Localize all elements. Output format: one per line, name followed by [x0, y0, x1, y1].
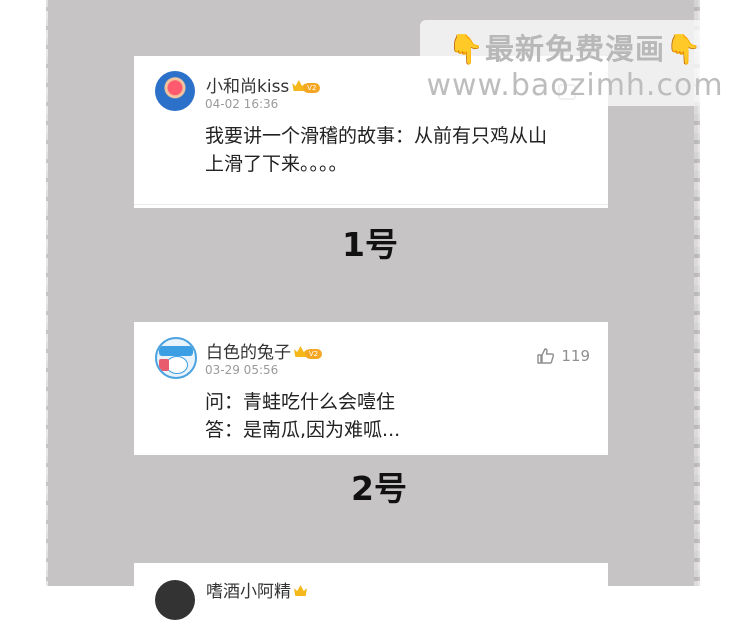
avatar[interactable] — [155, 580, 195, 620]
thumbs-up-icon — [537, 348, 555, 364]
vip-level: V2 — [305, 349, 322, 359]
comment-username[interactable]: 嗜酒小阿精 — [206, 577, 322, 602]
username-text: 嗜酒小阿精 — [206, 582, 291, 602]
watermark-title-text: 最新免费漫画 — [484, 32, 665, 66]
comment-line: 我要讲一个滑稽的故事：从前有只鸡从山 — [205, 125, 548, 147]
comment-time: 03-29 05:56 — [205, 363, 279, 377]
comment-username[interactable]: 小和尚kiss V2 — [206, 72, 321, 97]
vip-badge: V2 — [294, 346, 322, 360]
comment-content: 我要讲一个滑稽的故事：从前有只鸡从山 上滑了下来。。。。 — [205, 122, 547, 178]
comment-username[interactable]: 白色的兔子 V2 — [206, 338, 322, 363]
crown-icon — [294, 585, 307, 596]
pointing-down-hand-icon: 👇 — [665, 32, 703, 66]
comment-line: 上滑了下来。。。。 — [205, 153, 348, 175]
watermark: 👇最新免费漫画👇 www.baozimh.com — [420, 20, 730, 106]
avatar-tag — [159, 346, 193, 356]
rabbit-face-icon — [166, 356, 188, 374]
vip-level: V2 — [303, 83, 321, 93]
comment-card: 白色的兔子 V2 03-29 05:56 119 问：青蛙吃什么会噎住 答：是南瓜… — [134, 322, 608, 455]
username-text: 小和尚kiss — [206, 77, 290, 97]
avatar[interactable] — [155, 337, 197, 379]
divider — [134, 204, 608, 205]
like-count: 119 — [561, 347, 590, 365]
avatar[interactable] — [155, 71, 195, 111]
panel-label: 2号 — [351, 469, 407, 508]
vip-badge — [294, 585, 322, 599]
like-button[interactable]: 119 — [537, 347, 590, 365]
comment-content: 问：青蛙吃什么会噎住 答：是南瓜,因为难呱... — [205, 388, 400, 444]
watermark-title: 👇最新免费漫画👇 — [420, 26, 730, 68]
comment-line: 问：青蛙吃什么会噎住 — [205, 391, 396, 413]
vip-badge: V2 — [292, 80, 321, 94]
watermark-url: www.baozimh.com — [426, 68, 724, 103]
username-text: 白色的兔子 — [206, 343, 291, 363]
comment-card: 嗜酒小阿精 — [134, 563, 608, 620]
bag-icon — [159, 359, 169, 371]
panel-label: 1号 — [342, 225, 398, 264]
comment-line: 答：是南瓜,因为难呱... — [205, 419, 401, 441]
comment-time: 04-02 16:36 — [205, 97, 279, 111]
pointing-down-hand-icon: 👇 — [447, 32, 485, 66]
